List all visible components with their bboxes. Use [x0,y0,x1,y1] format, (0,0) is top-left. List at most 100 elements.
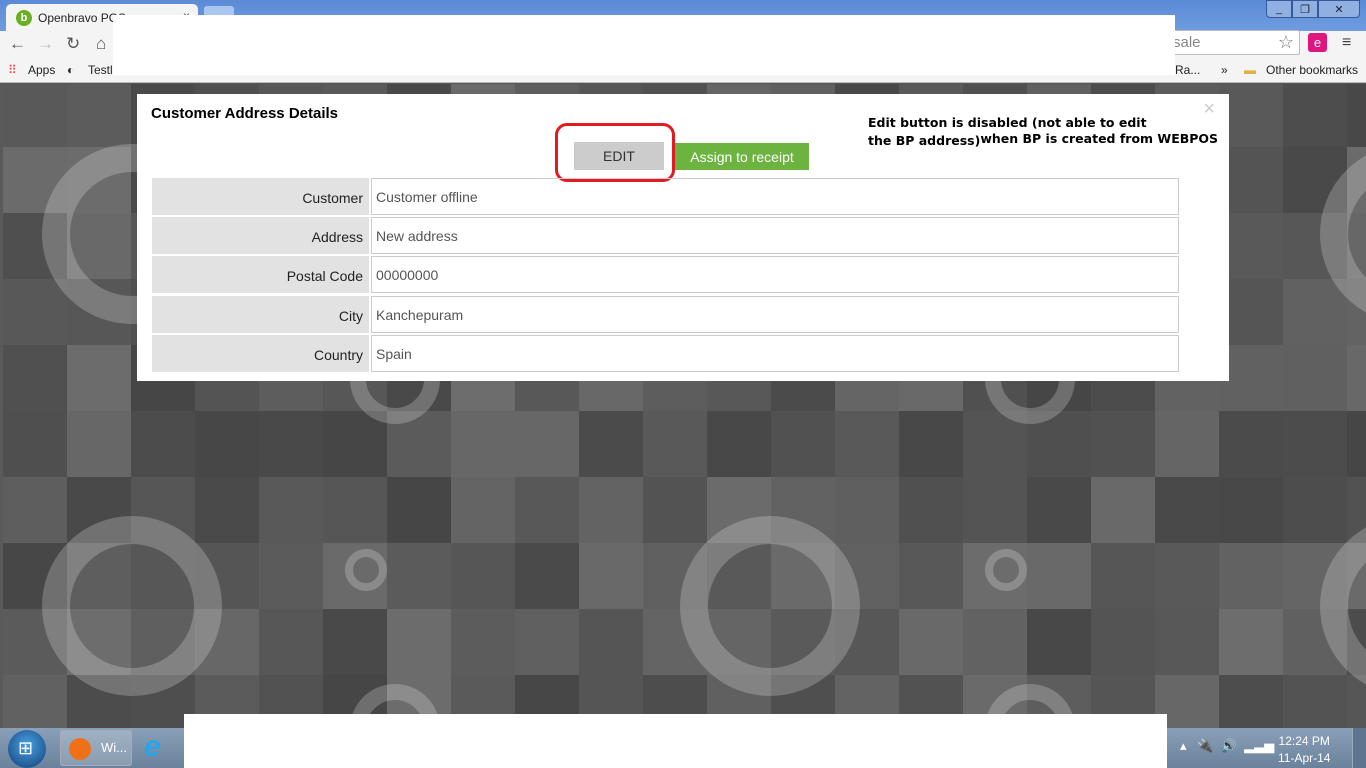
background-tile [387,609,451,675]
pos-background: Customer Address Details × EDIT Assign t… [0,84,1366,728]
field-value: 00000000 [371,256,1179,293]
openbravo-favicon-icon: b [16,9,32,26]
extension-icon[interactable]: e [1308,33,1327,52]
background-tile [835,411,899,477]
minimize-icon[interactable]: _ [1266,0,1292,18]
background-tile [963,609,1027,675]
background-tile [1283,279,1347,345]
testlink-icon: ◐ [67,63,75,77]
background-tile [1283,477,1347,543]
background-tile [1347,411,1366,477]
field-label: Country [152,335,369,372]
tray-expand-icon[interactable]: ▴ [1180,738,1187,753]
internet-explorer-icon[interactable]: e [144,730,161,764]
bookmark-testlink[interactable]: Testl [88,63,113,77]
background-tile [1347,345,1366,411]
background-tile [259,477,323,543]
field-label: Address [152,217,369,254]
background-tile [1027,609,1091,675]
background-tile [1155,477,1219,543]
background-tile [1091,477,1155,543]
field-value: Spain [371,335,1179,372]
show-desktop-button[interactable] [1352,728,1366,768]
background-tile [899,609,963,675]
background-tile [3,84,67,147]
forward-icon[interactable]: → [37,34,54,54]
background-tile [515,411,579,477]
volume-icon[interactable]: 🔊 [1221,738,1237,753]
power-icon[interactable]: 🔌 [1197,738,1213,753]
background-tile [1283,84,1347,147]
network-signal-icon[interactable]: ▂▃▅ [1244,738,1274,753]
clock[interactable]: 12:24 PM 11-Apr-14 [1278,733,1330,767]
background-tile [1219,411,1283,477]
background-tile [771,411,835,477]
restore-icon[interactable]: ❐ [1292,0,1318,18]
background-tile [1027,477,1091,543]
background-tile [1219,543,1283,609]
bookmark-apps[interactable]: Apps [28,63,55,77]
start-button[interactable]: ⊞ [8,730,46,768]
background-tile [579,543,643,609]
background-tile [899,411,963,477]
background-tile [1219,477,1283,543]
reload-icon[interactable]: ↻ [66,34,80,54]
background-tile [1219,675,1283,728]
background-tile [579,609,643,675]
field-value: Kanchepuram [371,296,1179,333]
bookmarks-overflow[interactable]: » [1221,63,1228,77]
background-tile [1283,675,1347,728]
background-tile [67,84,131,147]
background-tile [1091,609,1155,675]
background-tile [1219,609,1283,675]
windows-logo-icon: ⊞ [18,738,34,758]
bookmark-partial[interactable]: Ra... [1175,63,1200,77]
background-tile [451,411,515,477]
highlight-circle [555,123,675,182]
field-row-postal-code: Postal Code 00000000 [152,256,1179,293]
background-tile [387,543,451,609]
annotation-line2b: when BP is created from WEBPOS [980,131,1219,146]
background-tile [451,609,515,675]
background-tile [707,411,771,477]
dialog-title: Customer Address Details [151,105,339,122]
customer-address-dialog: Customer Address Details × EDIT Assign t… [137,94,1229,381]
annotation-note: Edit button is disabled (not able to edi… [868,114,1218,150]
background-tile [963,477,1027,543]
background-tile [1027,543,1091,609]
background-tile [323,609,387,675]
background-tile [899,477,963,543]
background-tile [1155,543,1219,609]
bookmark-star-icon[interactable]: ☆ [1278,32,1294,53]
background-tile [515,609,579,675]
background-tile [195,477,259,543]
background-tile [3,675,67,728]
chrome-menu-icon[interactable]: ≡ [1342,34,1351,52]
bookmark-other[interactable]: Other bookmarks [1266,63,1358,77]
annotation-line1: Edit button is disabled (not able to edi… [868,115,1147,130]
openbravo-logo-icon [42,516,222,696]
back-icon[interactable]: ← [9,34,26,54]
field-value: Customer offline [371,178,1179,215]
background-tile [67,345,131,411]
background-tile [3,345,67,411]
assign-to-receipt-button[interactable]: Assign to receipt [675,143,809,170]
openbravo-logo-icon [680,516,860,696]
field-row-customer: Customer Customer offline [152,178,1179,215]
background-tile [131,411,195,477]
background-tile [1091,411,1155,477]
background-tile [451,477,515,543]
taskbar-media-player[interactable]: Wi... [60,730,132,766]
close-window-icon[interactable]: ✕ [1318,0,1360,18]
address-bar[interactable]: sale ☆ [1160,30,1300,55]
background-tile [1283,345,1347,411]
background-tile [195,411,259,477]
home-icon[interactable]: ⌂ [96,34,106,54]
background-tile [1347,84,1366,147]
address-text: sale [1173,34,1201,51]
background-tile [3,411,67,477]
system-tray: ▴ 🔌 🔊 ▂▃▅ [1180,738,1274,754]
field-row-city: City Kanchepuram [152,296,1179,333]
media-player-icon [69,738,91,760]
background-tile [1091,543,1155,609]
